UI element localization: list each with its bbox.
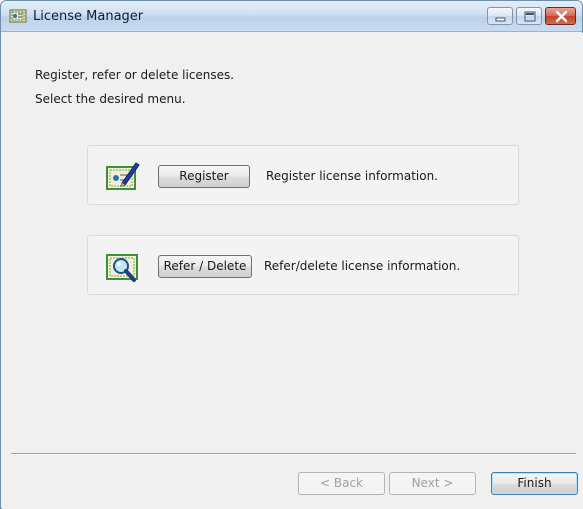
minimize-button[interactable]: [487, 7, 513, 25]
footer-divider: [11, 453, 576, 455]
license-manager-icon: [9, 8, 27, 24]
client-area: Register, refer or delete licenses. Sele…: [2, 33, 583, 509]
finish-button[interactable]: Finish: [491, 472, 578, 495]
certificate-edit-icon: [105, 159, 141, 193]
maximize-button[interactable]: [516, 7, 542, 25]
license-manager-window: License Manager Register, refer or delet…: [0, 0, 583, 509]
close-icon: [555, 10, 568, 23]
close-button[interactable]: [545, 7, 576, 25]
next-button[interactable]: Next >: [389, 472, 476, 495]
window-title: License Manager: [33, 9, 144, 24]
back-button[interactable]: < Back: [298, 472, 385, 495]
maximize-icon: [524, 11, 536, 22]
refer-delete-description: Refer/delete license information.: [264, 259, 461, 273]
certificate-search-icon: [105, 249, 141, 283]
title-bar[interactable]: License Manager: [1, 1, 582, 32]
register-description: Register license information.: [266, 169, 438, 183]
intro-text-line1: Register, refer or delete licenses.: [35, 68, 235, 82]
refer-delete-button[interactable]: Refer / Delete: [158, 255, 252, 278]
register-button[interactable]: Register: [158, 165, 250, 188]
refer-delete-panel: Refer / Delete Refer/delete license info…: [87, 235, 519, 295]
intro-text-line2: Select the desired menu.: [35, 92, 186, 106]
minimize-icon: [495, 17, 506, 22]
register-panel: Register Register license information.: [87, 145, 519, 205]
